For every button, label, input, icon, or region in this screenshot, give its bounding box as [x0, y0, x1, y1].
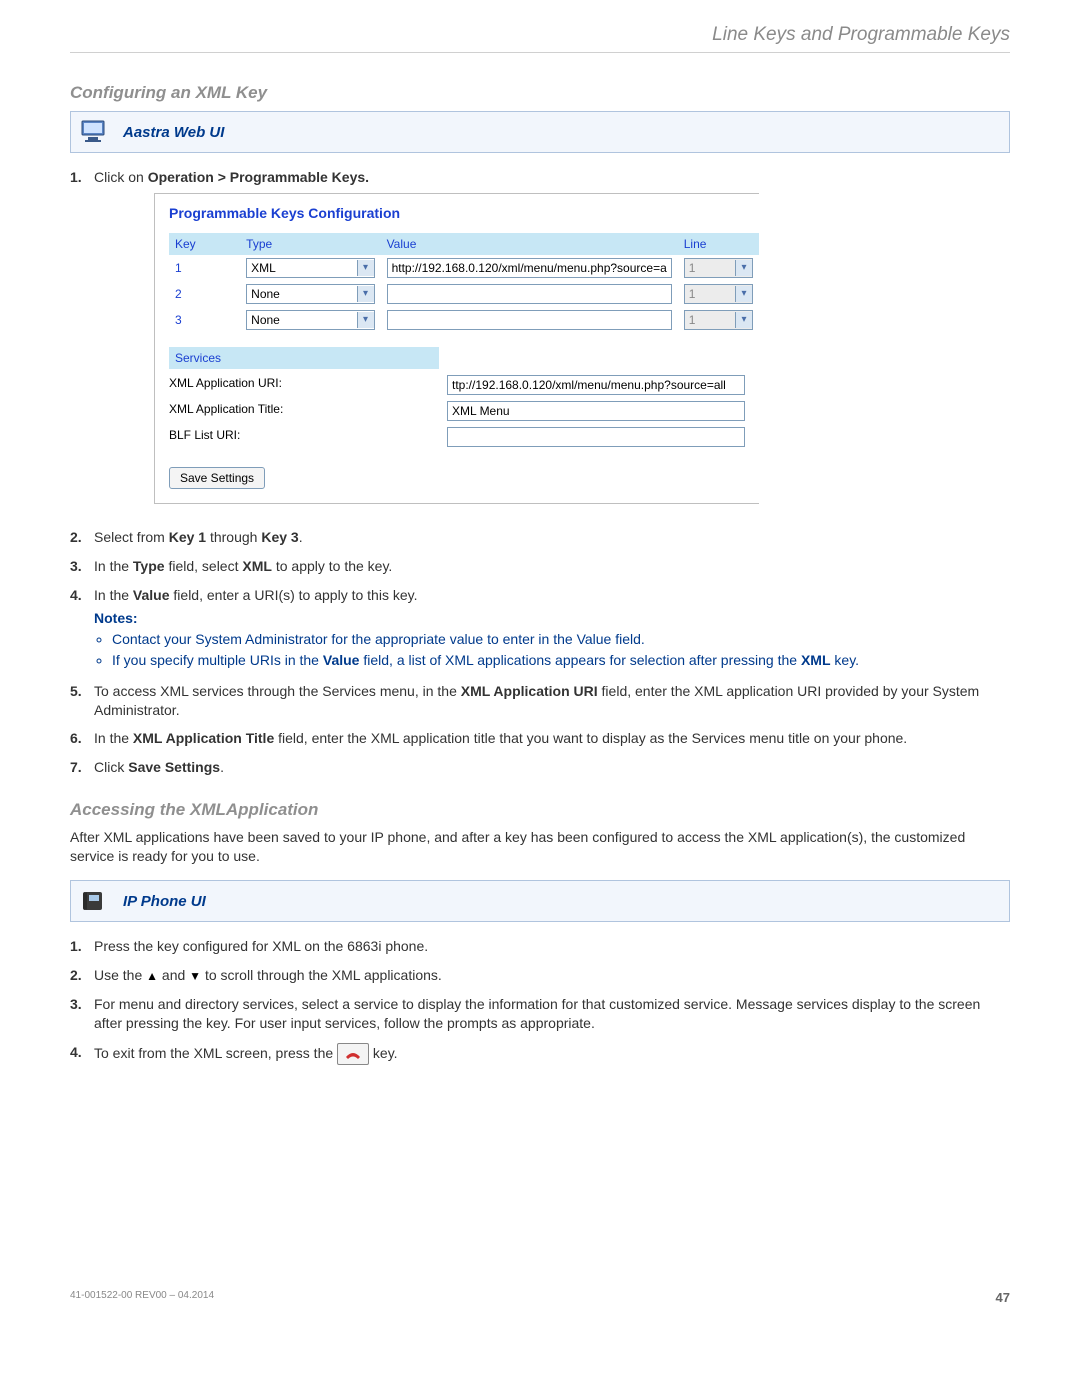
step-text: Click on	[94, 169, 148, 185]
step-bold: XML	[242, 558, 272, 574]
service-row: BLF List URI:	[169, 427, 759, 447]
ip-phone-ui-box: IP Phone UI	[70, 880, 1010, 922]
value-input[interactable]	[387, 284, 672, 304]
section-title-config-xml: Configuring an XML Key	[70, 83, 1010, 103]
chevron-down-icon: ▾	[735, 312, 752, 328]
step-text: In the	[94, 730, 133, 746]
section-paragraph: After XML applications have been saved t…	[70, 828, 1010, 866]
cell-key: 3	[169, 307, 240, 333]
col-key: Key	[169, 233, 240, 255]
step-bold: XML Application URI	[461, 683, 598, 699]
note-item: If you specify multiple URIs in the Valu…	[112, 651, 1010, 670]
step-text: field, enter a URI(s) to apply to this k…	[170, 587, 418, 603]
aastra-web-ui-box: Aastra Web UI	[70, 111, 1010, 153]
chevron-down-icon: ▾	[357, 312, 374, 328]
phone-icon	[77, 887, 111, 915]
step-bold: Operation > Programmable Keys.	[148, 169, 369, 185]
step-text: to apply to the key.	[272, 558, 392, 574]
service-label: XML Application Title:	[169, 401, 447, 421]
step-text: Use the	[94, 967, 146, 983]
table-row: 3 None▾ 1▾	[169, 307, 759, 333]
arrow-down-icon: ▼	[189, 968, 201, 984]
step-text: Select from	[94, 529, 169, 545]
step-text: Press the key configured for XML on the …	[94, 938, 428, 954]
step-text: To exit from the XML screen, press the	[94, 1045, 337, 1061]
embed-title: Programmable Keys Configuration	[169, 204, 759, 223]
blf-list-uri-input[interactable]	[447, 427, 745, 447]
page-footer: 41-001522-00 REV00 – 04.2014 47	[70, 1290, 1010, 1305]
xml-app-uri-input[interactable]: ttp://192.168.0.120/xml/menu/menu.php?so…	[447, 375, 745, 395]
cell-key: 1	[169, 255, 240, 281]
step-text: field, enter the XML application title t…	[274, 730, 907, 746]
value-input[interactable]: http://192.168.0.120/xml/menu/menu.php?s…	[387, 258, 672, 278]
col-type: Type	[240, 233, 380, 255]
step-text: To access XML services through the Servi…	[94, 683, 461, 699]
programmable-keys-screenshot: Programmable Keys Configuration Key Type…	[154, 193, 759, 504]
chevron-down-icon: ▾	[735, 260, 752, 276]
table-row: 2 None▾ 1▾	[169, 281, 759, 307]
step-text: Click	[94, 759, 128, 775]
type-select[interactable]: None▾	[246, 310, 374, 330]
step-text: to scroll through the XML applications.	[201, 967, 442, 983]
step-text: and	[158, 967, 189, 983]
running-header: Line Keys and Programmable Keys	[70, 24, 1010, 53]
chevron-down-icon: ▾	[357, 260, 374, 276]
step-text: For menu and directory services, select …	[94, 996, 980, 1031]
note-item: Contact your System Administrator for th…	[112, 630, 1010, 649]
arrow-up-icon: ▲	[146, 968, 158, 984]
service-row: XML Application URI: ttp://192.168.0.120…	[169, 375, 759, 395]
page-number: 47	[996, 1290, 1010, 1305]
services-heading: Services	[169, 347, 439, 369]
step-text: In the	[94, 587, 133, 603]
save-settings-button[interactable]: Save Settings	[169, 467, 265, 489]
type-select[interactable]: None▾	[246, 284, 374, 304]
section-title-accessing-xml: Accessing the XMLApplication	[70, 800, 1010, 820]
step-bold: XML Application Title	[133, 730, 274, 746]
aastra-web-ui-label: Aastra Web UI	[123, 124, 224, 141]
notes-list: Contact your System Administrator for th…	[94, 630, 1010, 670]
step-bold: Save Settings	[128, 759, 220, 775]
value-input[interactable]	[387, 310, 672, 330]
step-bold: Value	[133, 587, 170, 603]
notes-label: Notes:	[94, 609, 1010, 628]
line-select: 1▾	[684, 310, 753, 330]
step-text: field, select	[165, 558, 243, 574]
doc-id: 41-001522-00 REV00 – 04.2014	[70, 1290, 214, 1305]
line-select: 1▾	[684, 284, 753, 304]
line-select: 1▾	[684, 258, 753, 278]
step-bold: Key 3	[261, 529, 298, 545]
step-text: .	[220, 759, 224, 775]
service-label: XML Application URI:	[169, 375, 447, 395]
cell-key: 2	[169, 281, 240, 307]
hangup-key-icon	[337, 1043, 369, 1066]
steps-web-ui: 1. Click on Operation > Programmable Key…	[70, 163, 1010, 782]
chevron-down-icon: ▾	[735, 286, 752, 302]
service-row: XML Application Title: XML Menu	[169, 401, 759, 421]
service-label: BLF List URI:	[169, 427, 447, 447]
ip-phone-ui-label: IP Phone UI	[123, 893, 206, 910]
type-select[interactable]: XML▾	[246, 258, 374, 278]
step-text: .	[299, 529, 303, 545]
step-bold: Type	[133, 558, 165, 574]
col-value: Value	[381, 233, 678, 255]
step-text: key.	[369, 1045, 398, 1061]
steps-phone-ui: 1.Press the key configured for XML on th…	[70, 932, 1010, 1070]
step-text: through	[206, 529, 261, 545]
step-bold: Key 1	[169, 529, 206, 545]
step-text: In the	[94, 558, 133, 574]
monitor-icon	[77, 118, 111, 146]
table-row: 1 XML▾ http://192.168.0.120/xml/menu/men…	[169, 255, 759, 281]
chevron-down-icon: ▾	[357, 286, 374, 302]
col-line: Line	[678, 233, 759, 255]
xml-app-title-input[interactable]: XML Menu	[447, 401, 745, 421]
